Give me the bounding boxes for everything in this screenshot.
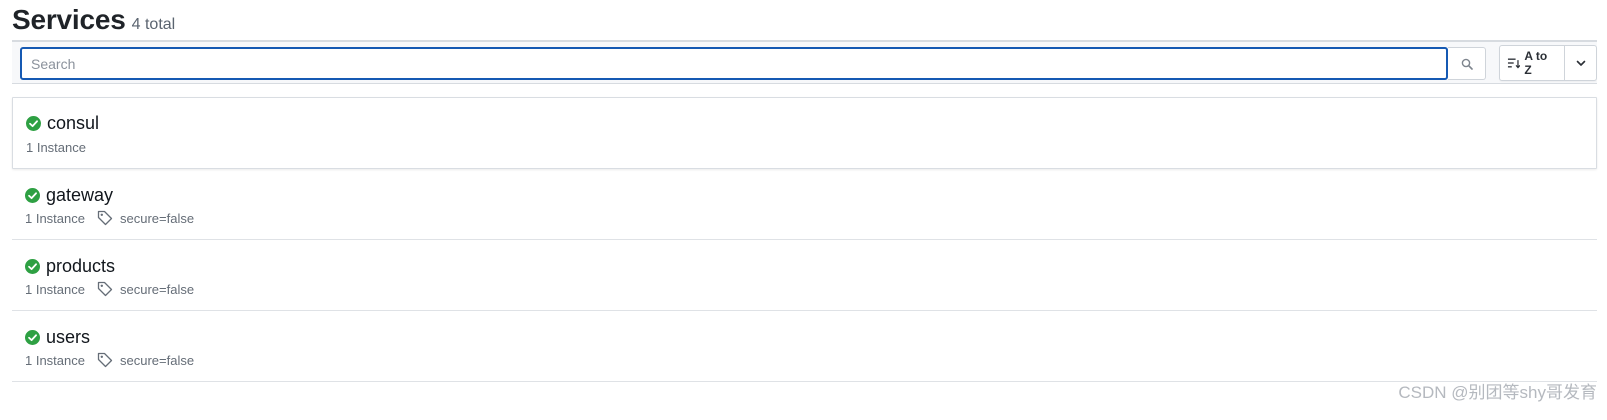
chevron-down-icon [1576, 60, 1585, 66]
tag-icon [97, 210, 113, 226]
sort-dropdown-toggle[interactable] [1565, 46, 1596, 80]
search-toolbar: A to Z [12, 40, 1597, 84]
service-tag: secure=false [97, 210, 194, 226]
service-count: 4 total [131, 16, 176, 33]
services-page: Services 4 total A to Z [0, 0, 1607, 420]
tag-label: secure=false [120, 210, 195, 226]
page-title: Services [12, 4, 126, 35]
check-circle-icon [25, 188, 40, 203]
service-name[interactable]: users [46, 327, 90, 348]
service-name[interactable]: consul [47, 113, 99, 134]
sort-button[interactable]: A to Z [1500, 46, 1566, 80]
instance-count: 1 Instance [25, 281, 85, 297]
service-item-users[interactable]: users 1 Instance secure=false [12, 311, 1597, 382]
service-name[interactable]: gateway [46, 185, 113, 206]
page-header: Services 4 total [12, 4, 175, 36]
instance-count: 1 Instance [26, 140, 86, 155]
instance-count: 1 Instance [25, 210, 85, 226]
service-list: consul 1 Instance gateway 1 Instance sec… [12, 97, 1597, 382]
service-item-products[interactable]: products 1 Instance secure=false [12, 240, 1597, 311]
tag-label: secure=false [120, 281, 195, 297]
sort-label: A to Z [1524, 49, 1548, 77]
search-button[interactable] [1448, 47, 1486, 80]
service-item-gateway[interactable]: gateway 1 Instance secure=false [12, 169, 1597, 240]
tag-icon [97, 281, 113, 297]
watermark: CSDN @别团等shy哥发育 [1398, 383, 1597, 402]
check-circle-icon [25, 259, 40, 274]
sort-control: A to Z [1499, 45, 1597, 81]
tag-label: secure=false [120, 352, 195, 368]
service-tag: secure=false [97, 281, 194, 297]
check-circle-icon [26, 116, 41, 131]
tag-icon [97, 352, 113, 368]
search-input[interactable] [20, 47, 1448, 80]
service-tag: secure=false [97, 352, 194, 368]
check-circle-icon [25, 330, 40, 345]
sort-icon [1507, 58, 1521, 69]
service-name[interactable]: products [46, 256, 115, 277]
service-item-consul[interactable]: consul 1 Instance [12, 97, 1597, 169]
instance-count: 1 Instance [25, 352, 85, 368]
search-icon [1461, 58, 1473, 70]
